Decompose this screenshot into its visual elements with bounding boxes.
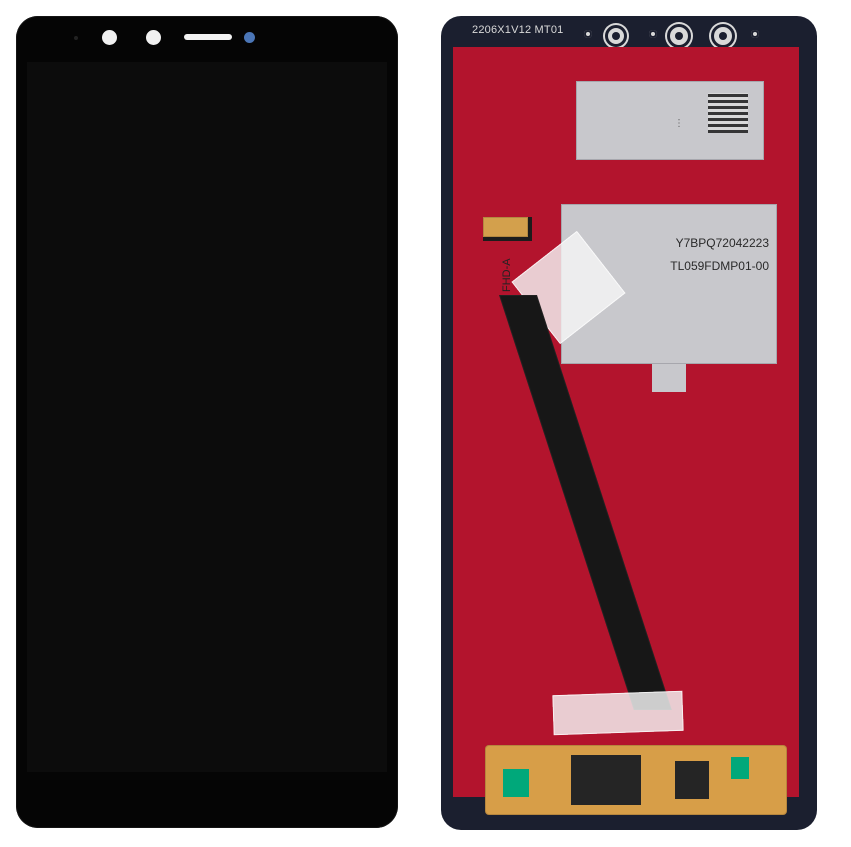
top-silver-mark: ⋯ [673, 118, 684, 128]
earpiece-speaker [184, 34, 232, 40]
red-panel-backing: ⋯ Y7BPQ72042223 TL059FDMP01-00 FHD-A [453, 47, 799, 815]
front-sensor-icon [74, 36, 78, 40]
sticker-code-1: Y7BPQ72042223 [675, 236, 769, 250]
rear-light-icon [649, 30, 657, 38]
board-component-block [571, 755, 641, 805]
flex-label: FHD-A [501, 258, 513, 292]
lower-tape [552, 690, 684, 736]
front-display-panel [16, 16, 398, 828]
sticker-code-2: TL059FDMP01-00 [670, 259, 769, 273]
flex-tail [483, 217, 528, 237]
bottom-circuit-board [485, 745, 787, 815]
camera-ring-mid-icon [667, 24, 691, 48]
proximity-sensor-icon [244, 32, 255, 43]
top-code-label: 2206X1V12 MT01 [472, 24, 564, 36]
board-component-block [675, 761, 709, 799]
qr-code-icon [708, 93, 748, 133]
rear-sensor-icon [584, 30, 592, 38]
secondary-camera-icon [146, 30, 161, 45]
board-chip-icon [503, 769, 529, 797]
screen-area [27, 62, 387, 772]
camera-ring-left-icon [605, 25, 627, 47]
rear-display-assembly: 2206X1V12 MT01 ⋯ Y7BPQ72042223 TL059FDMP… [441, 16, 817, 830]
rear-sensor-right-icon [751, 30, 759, 38]
top-silver-label: ⋯ [576, 81, 764, 160]
front-camera-icon [102, 30, 117, 45]
board-chip-icon [731, 757, 749, 779]
camera-ring-right-icon [711, 24, 735, 48]
